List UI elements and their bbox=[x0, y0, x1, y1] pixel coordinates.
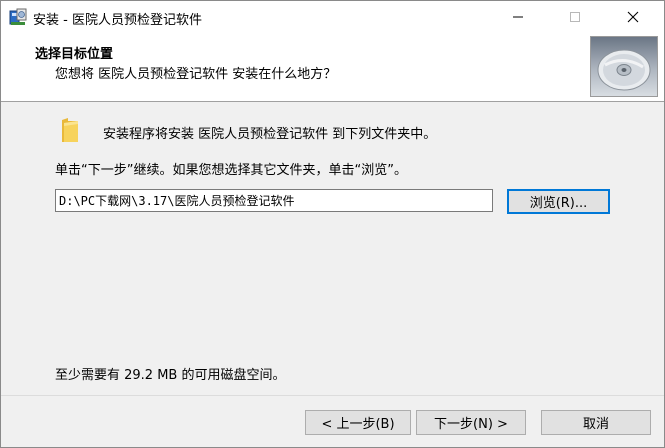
cd-disc-icon bbox=[597, 49, 651, 91]
back-button[interactable]: < 上一步(B) bbox=[305, 410, 411, 435]
maximize-icon bbox=[570, 12, 580, 22]
wizard-footer: < 上一步(B) 下一步(N) > 取消 bbox=[1, 395, 664, 447]
installer-app-icon bbox=[9, 8, 27, 25]
page-subtitle: 您想将 医院人员预检登记软件 安装在什么地方？ bbox=[55, 67, 337, 82]
wizard-header: 选择目标位置 您想将 医院人员预检登记软件 安装在什么地方？ bbox=[1, 33, 664, 102]
disk-space-text: 至少需要有 29.2 MB 的可用磁盘空间。 bbox=[55, 368, 286, 383]
next-button[interactable]: 下一步(N) > bbox=[416, 410, 526, 435]
intro-text: 安装程序将安装 医院人员预检登记软件 到下列文件夹中。 bbox=[103, 127, 437, 142]
header-image bbox=[590, 36, 658, 97]
minimize-button[interactable] bbox=[495, 1, 541, 33]
instruction-text: 单击“下一步”继续。如果您想选择其它文件夹，单击“浏览”。 bbox=[55, 163, 407, 178]
back-button-label: < 上一步(B) bbox=[321, 417, 395, 432]
window-title: 安装 - 医院人员预检登记软件 bbox=[33, 13, 202, 28]
folder-icon bbox=[62, 118, 78, 142]
maximize-button[interactable] bbox=[552, 1, 598, 33]
wizard-body: 安装程序将安装 医院人员预检登记软件 到下列文件夹中。 单击“下一步”继续。如果… bbox=[1, 103, 664, 395]
cancel-button-label: 取消 bbox=[582, 417, 609, 432]
browse-button-label: 浏览(R)... bbox=[529, 196, 588, 211]
install-path-input[interactable] bbox=[55, 189, 493, 212]
title-bar[interactable]: 安装 - 医院人员预检登记软件 bbox=[1, 1, 664, 33]
browse-button[interactable]: 浏览(R)... bbox=[507, 189, 610, 214]
close-button[interactable] bbox=[610, 1, 656, 33]
page-title: 选择目标位置 bbox=[35, 47, 114, 62]
cancel-button[interactable]: 取消 bbox=[541, 410, 651, 435]
next-button-label: 下一步(N) > bbox=[434, 417, 508, 432]
minimize-icon bbox=[513, 16, 523, 18]
close-icon bbox=[627, 11, 639, 23]
installer-window: 安装 - 医院人员预检登记软件 选择目标位置 您想将 医院人员预检登记软件 安装… bbox=[0, 0, 665, 448]
